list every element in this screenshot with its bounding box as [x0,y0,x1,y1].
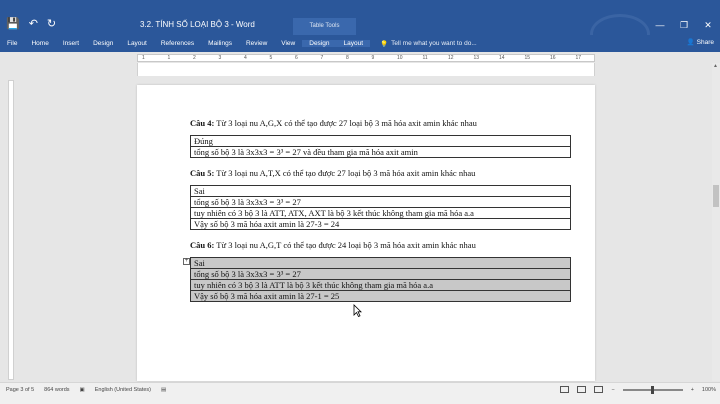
tab-file[interactable]: File [0,40,24,47]
tab-view[interactable]: View [274,40,302,47]
tab-table-layout[interactable]: Layout [336,40,371,47]
ruler-mark: 1 [167,55,171,61]
zoom-slider[interactable] [622,385,683,394]
window-controls: — ❐ ✕ [648,18,720,32]
ruler-mark: 1 [142,55,145,61]
read-mode-icon[interactable] [560,386,570,393]
table-tools-header: Table Tools [293,18,356,35]
ruler-mark: 14 [499,55,505,61]
answer-table-6-selected[interactable]: Sai tổng số bộ 3 là 3x3x3 = 3³ = 27 tuy … [190,257,571,302]
status-bar: Page 3 of 5 864 words ▣ English (United … [0,382,720,404]
ruler-mark: 9 [371,55,375,61]
answer-table-5[interactable]: Sai tổng số bộ 3 là 3x3x3 = 3³ = 27 tuy … [190,185,571,230]
zoom-level[interactable]: 100% [702,387,716,393]
table-cell[interactable]: tuy nhiên có 3 bộ 3 là ATT là bộ 3 kết t… [190,279,571,291]
horizontal-ruler[interactable]: 1 1 2 3 4 5 6 7 8 9 10 11 12 13 14 15 16 17 [137,54,595,62]
tell-me-box[interactable]: 💡 Tell me what you want to do... [380,40,477,48]
table-cell[interactable]: Sai [190,257,571,269]
close-button[interactable]: ✕ [696,18,720,32]
minimize-button[interactable]: — [648,18,672,32]
ruler-mark: 17 [575,55,582,61]
table-move-handle[interactable]: + [183,258,190,265]
page-count[interactable]: Page 3 of 5 [6,387,34,393]
person-icon: 👤 [686,39,695,46]
tab-design[interactable]: Design [86,40,120,47]
maximize-button[interactable]: ❐ [672,18,696,32]
document-content[interactable]: Câu 4: Từ 3 loại nu A,G,X có thể tạo đượ… [190,117,572,311]
ribbon-tabs: File Home Insert Design Layout Reference… [0,35,720,52]
macro-icon[interactable]: ▤ [161,387,166,393]
language-label[interactable]: English (United States) [95,387,151,393]
title-bar: 💾 ↶ ↻ 3.2. TÍNH SỐ LOẠI BỘ 3 - Word Tabl… [0,0,720,54]
ruler-mark: 7 [320,55,324,61]
lightbulb-icon: 💡 [380,40,389,48]
document-title: 3.2. TÍNH SỐ LOẠI BỘ 3 - Word [140,20,255,29]
ruler-mark: 13 [473,55,480,61]
proofing-icon[interactable]: ▣ [80,387,85,393]
ruler-mark: 5 [269,55,273,61]
redo-icon[interactable]: ↻ [47,18,56,30]
ruler-row: 1 1 2 3 4 5 6 7 8 9 10 11 12 13 14 15 16 17 [0,52,720,63]
table-cell[interactable]: Vậy số bộ 3 mã hóa axit amin là 27-3 = 2… [190,218,571,230]
ruler-mark: 8 [346,55,349,61]
undo-icon[interactable]: ↶ [29,18,38,30]
table-cell[interactable]: tổng số bộ 3 là 3x3x3 = 3³ = 27 và đều t… [190,146,571,158]
ruler-mark: 6 [295,55,298,61]
question-6: Câu 6: Từ 3 loại nu A,G,T có thể tạo đượ… [190,240,476,250]
table-cell[interactable]: Vậy số bộ 3 mã hóa axit amin là 27-1 = 2… [190,290,571,302]
word-count[interactable]: 864 words [44,387,69,393]
zoom-slider-knob[interactable] [650,385,654,394]
previous-page-edge [137,63,595,76]
tab-home[interactable]: Home [24,40,55,47]
ruler-mark: 2 [193,55,196,61]
tab-review[interactable]: Review [239,40,274,47]
mouse-cursor-icon [353,304,362,317]
tab-mailings[interactable]: Mailings [201,40,239,47]
scroll-up-icon[interactable]: ▲ [713,63,718,69]
print-layout-icon[interactable] [577,386,587,393]
zoom-in-icon[interactable]: + [691,387,694,393]
document-page[interactable]: + Câu 4: Từ 3 loại nu A,G,X có thể tạo đ… [137,85,595,381]
tab-references[interactable]: References [154,40,201,47]
table-cell[interactable]: Đúng [190,135,571,147]
zoom-out-icon[interactable]: − [611,387,614,393]
tab-layout[interactable]: Layout [120,40,154,47]
table-cell[interactable]: tổng số bộ 3 là 3x3x3 = 3³ = 27 [190,196,571,208]
ruler-mark: 15 [524,55,531,61]
web-layout-icon[interactable] [594,386,604,393]
ruler-mark: 11 [422,55,428,61]
tab-insert[interactable]: Insert [56,40,86,47]
save-icon[interactable]: 💾 [6,18,20,30]
share-button[interactable]: 👤 Share [687,38,714,46]
table-cell[interactable]: Sai [190,185,571,197]
ruler-mark: 12 [448,55,454,61]
tell-me-text: Tell me what you want to do... [391,40,477,47]
vertical-scrollbar[interactable]: ▲ [712,63,720,381]
question-5: Câu 5: Từ 3 loại nu A,T,X có thể tạo đượ… [190,168,476,178]
ruler-mark: 10 [397,55,403,61]
vertical-ruler[interactable] [8,80,14,380]
table-cell[interactable]: tuy nhiên có 3 bộ 3 là ATT, ATX, AXT là … [190,207,571,219]
share-label: Share [696,39,714,46]
ruler-mark: 16 [550,55,556,61]
ruler-mark: 3 [218,55,222,61]
question-4: Câu 4: Từ 3 loại nu A,G,X có thể tạo đượ… [190,118,477,128]
answer-table-4[interactable]: Đúng tổng số bộ 3 là 3x3x3 = 3³ = 27 và … [190,135,571,158]
table-cell[interactable]: tổng số bộ 3 là 3x3x3 = 3³ = 27 [190,268,571,280]
scrollbar-thumb[interactable] [713,185,719,207]
tab-table-design[interactable]: Design [302,40,337,47]
quick-access-toolbar: 💾 ↶ ↻ [6,18,56,30]
ruler-mark: 4 [244,55,247,61]
